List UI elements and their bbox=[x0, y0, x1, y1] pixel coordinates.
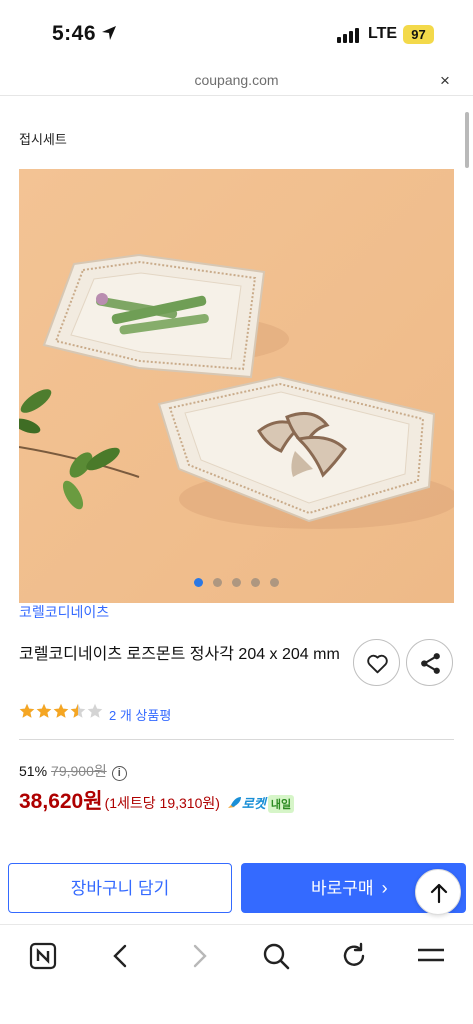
close-icon[interactable]: × bbox=[440, 71, 450, 91]
reload-button[interactable] bbox=[340, 942, 368, 970]
naver-n-icon bbox=[29, 942, 57, 970]
discount-row: 51% 79,900원 i bbox=[19, 761, 127, 781]
browser-toolbar bbox=[0, 924, 473, 1024]
star-icon bbox=[53, 703, 69, 718]
breadcrumb[interactable]: 접시세트 bbox=[19, 129, 67, 148]
star-icon bbox=[87, 703, 103, 718]
hamburger-menu-icon bbox=[418, 948, 444, 962]
chevron-left-icon bbox=[113, 944, 127, 968]
rating-stars bbox=[19, 703, 104, 719]
product-title: 코렐코디네이츠 로즈몬트 정사각 204 x 204 mm bbox=[19, 646, 340, 663]
review-count-link[interactable]: 2 개 상품평 bbox=[109, 705, 171, 724]
rocket-label: 로켓 bbox=[241, 796, 266, 811]
carousel-dot-5[interactable] bbox=[270, 578, 279, 587]
chevron-right-icon bbox=[193, 944, 207, 968]
carousel-dot-1[interactable] bbox=[194, 578, 203, 587]
star-icon bbox=[70, 703, 86, 718]
location-arrow-icon bbox=[102, 26, 116, 40]
sale-price: 38,620원 bbox=[19, 790, 103, 813]
product-photo bbox=[19, 169, 454, 603]
next-day-badge: 내일 bbox=[267, 795, 295, 813]
url-bar[interactable]: coupang.com × bbox=[0, 66, 473, 96]
rocket-delivery-badge: 로켓 내일 bbox=[226, 793, 295, 813]
naver-home-button[interactable] bbox=[29, 942, 57, 970]
battery-icon: 97 bbox=[403, 25, 434, 44]
rocket-icon bbox=[227, 797, 241, 808]
divider bbox=[19, 739, 454, 740]
reload-icon bbox=[343, 942, 365, 966]
heart-icon bbox=[367, 654, 388, 674]
network-label: LTE bbox=[368, 25, 398, 42]
carousel-dots[interactable] bbox=[19, 574, 454, 592]
buy-now-label: 바로구매 bbox=[311, 879, 374, 898]
info-icon[interactable]: i bbox=[111, 766, 127, 781]
carousel-dot-3[interactable] bbox=[232, 578, 241, 587]
status-bar: 5:46 LTE 97 bbox=[0, 0, 473, 66]
brand-link[interactable]: 코렐코디네이츠 bbox=[19, 602, 109, 622]
scrollbar[interactable] bbox=[465, 112, 469, 168]
chevron-right-icon: › bbox=[381, 878, 388, 898]
price-row: 38,620원 (1세트당 19,310원) 로켓 내일 bbox=[19, 785, 295, 815]
carousel-dot-4[interactable] bbox=[251, 578, 260, 587]
back-button[interactable] bbox=[107, 942, 135, 970]
arrow-up-icon bbox=[430, 883, 448, 904]
status-time: 5:46 bbox=[52, 22, 97, 45]
signal-strength-icon bbox=[337, 27, 361, 43]
menu-button[interactable] bbox=[417, 942, 445, 970]
scroll-to-top-button[interactable] bbox=[415, 869, 461, 915]
star-icon bbox=[36, 703, 52, 718]
url-text[interactable]: coupang.com bbox=[0, 72, 473, 88]
share-button[interactable] bbox=[406, 639, 453, 686]
search-icon bbox=[263, 943, 290, 970]
original-price: 79,900원 bbox=[51, 763, 107, 779]
unit-price: (1세트당 19,310원) bbox=[104, 795, 220, 811]
product-image[interactable] bbox=[19, 169, 454, 603]
star-icon bbox=[19, 703, 35, 718]
wishlist-button[interactable] bbox=[353, 639, 400, 686]
forward-button[interactable] bbox=[185, 942, 213, 970]
carousel-dot-2[interactable] bbox=[213, 578, 222, 587]
discount-rate: 51% bbox=[19, 763, 48, 779]
search-button[interactable] bbox=[262, 942, 290, 970]
add-to-cart-button[interactable]: 장바구니 담기 bbox=[8, 863, 232, 913]
share-icon bbox=[421, 653, 440, 674]
